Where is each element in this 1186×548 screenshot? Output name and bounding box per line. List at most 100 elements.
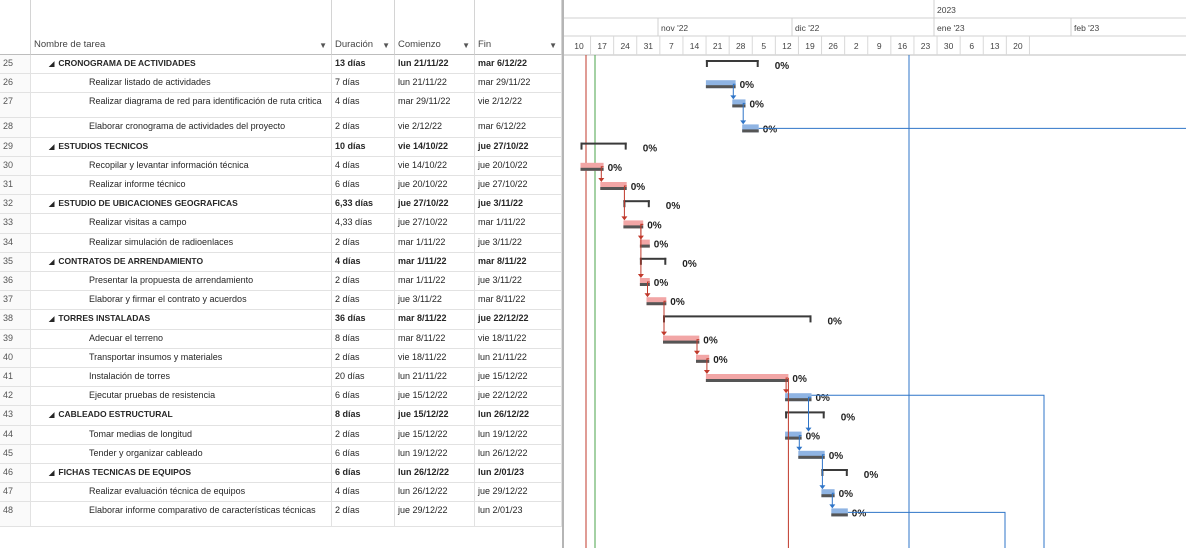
task-start[interactable]: lun 19/12/22	[395, 444, 475, 463]
task-name[interactable]: Elaborar informe comparativo de caracter…	[31, 502, 332, 527]
collapse-triangle-icon[interactable]: ◢	[49, 259, 54, 266]
task-duration[interactable]: 10 días	[332, 137, 395, 156]
task-name[interactable]: Ejecutar pruebas de resistencia	[31, 387, 332, 406]
row-id[interactable]: 31	[0, 176, 31, 195]
task-duration[interactable]: 2 días	[332, 425, 395, 444]
task-end[interactable]: jue 20/10/22	[475, 156, 562, 175]
task-duration[interactable]: 7 días	[332, 74, 395, 93]
summary-row[interactable]: 29 ◢ ESTUDIOS TECNICOS 10 días vie 14/10/22 j…	[0, 137, 562, 157]
task-duration[interactable]: 6 días	[332, 444, 395, 463]
task-end[interactable]: mar 8/11/22	[475, 291, 562, 310]
task-end[interactable]: vie 2/12/22	[475, 93, 562, 118]
collapse-triangle-icon[interactable]: ◢	[49, 316, 54, 323]
task-name[interactable]: Elaborar y firmar el contrato y acuerdos	[31, 291, 332, 310]
chevron-down-icon[interactable]: ▼	[462, 41, 470, 50]
table-row[interactable]: 40 Transportar insumos y materiales 2 días…	[0, 348, 562, 368]
summary-row[interactable]: 35 ◢ CONTRATOS DE ARRENDAMIENTO 4 días mar 1…	[0, 252, 562, 272]
table-row[interactable]: 37 Elaborar y firmar el contrato y acuerd…	[0, 291, 562, 311]
task-name[interactable]: Realizar listado de actividades	[31, 74, 332, 93]
task-name[interactable]: ◢ ESTUDIOS TECNICOS	[31, 137, 332, 156]
task-start[interactable]: mar 1/11/22	[395, 252, 475, 271]
summary-row[interactable]: 32 ◢ ESTUDIO DE UBICACIONES GEOGRAFICAS 6,3…	[0, 195, 562, 215]
task-end[interactable]: mar 1/11/22	[475, 214, 562, 233]
task-name[interactable]: Transportar insumos y materiales	[31, 348, 332, 367]
task-start[interactable]: mar 8/11/22	[395, 329, 475, 348]
task-name[interactable]: Recopilar y levantar información técnica	[31, 156, 332, 175]
task-end[interactable]: mar 6/12/22	[475, 118, 562, 137]
task-name[interactable]: Adecuar el terreno	[31, 329, 332, 348]
table-row[interactable]: 41 Instalación de torres 20 días lun 21/11/…	[0, 368, 562, 388]
row-id[interactable]: 33	[0, 214, 31, 233]
task-start[interactable]: mar 29/11/22	[395, 93, 475, 118]
table-row[interactable]: 36 Presentar la propuesta de arrendamient…	[0, 272, 562, 292]
task-start[interactable]: jue 27/10/22	[395, 195, 475, 214]
header-task-name[interactable]: Nombre de tarea ▼	[31, 0, 332, 55]
task-name[interactable]: Presentar la propuesta de arrendamiento	[31, 272, 332, 291]
task-duration[interactable]: 4 días	[332, 252, 395, 271]
task-start[interactable]: vie 14/10/22	[395, 137, 475, 156]
task-name[interactable]: Realizar visitas a campo	[31, 214, 332, 233]
summary-row[interactable]: 46 ◢ FICHAS TECNICAS DE EQUIPOS 6 días lun 2…	[0, 464, 562, 484]
row-id[interactable]: 34	[0, 233, 31, 252]
task-start[interactable]: jue 15/12/22	[395, 425, 475, 444]
row-id[interactable]: 38	[0, 310, 31, 329]
task-end[interactable]: lun 19/12/22	[475, 425, 562, 444]
task-duration[interactable]: 6,33 días	[332, 195, 395, 214]
task-name[interactable]: Elaborar cronograma de actividades del p…	[31, 118, 332, 137]
task-duration[interactable]: 6 días	[332, 176, 395, 195]
task-end[interactable]: mar 29/11/22	[475, 74, 562, 93]
task-duration[interactable]: 8 días	[332, 406, 395, 425]
table-row[interactable]: 30 Recopilar y levantar información técni…	[0, 156, 562, 176]
task-name[interactable]: Realizar informe técnico	[31, 176, 332, 195]
collapse-triangle-icon[interactable]: ◢	[49, 470, 54, 477]
task-start[interactable]: lun 26/12/22	[395, 464, 475, 483]
row-id[interactable]: 47	[0, 483, 31, 502]
table-row[interactable]: 34 Realizar simulación de radioenlaces 2 d…	[0, 233, 562, 253]
task-start[interactable]: jue 15/12/22	[395, 406, 475, 425]
row-id[interactable]: 40	[0, 348, 31, 367]
task-duration[interactable]: 2 días	[332, 272, 395, 291]
task-end[interactable]: jue 22/12/22	[475, 310, 562, 329]
task-end[interactable]: lun 21/11/22	[475, 348, 562, 367]
row-id[interactable]: 25	[0, 55, 31, 74]
task-end[interactable]: jue 3/11/22	[475, 272, 562, 291]
task-start[interactable]: jue 3/11/22	[395, 291, 475, 310]
task-start[interactable]: jue 29/12/22	[395, 502, 475, 527]
task-end[interactable]: vie 18/11/22	[475, 329, 562, 348]
summary-row[interactable]: 25 ◢ CRONOGRAMA DE ACTIVIDADES 13 días lun 2…	[0, 55, 562, 75]
row-id[interactable]: 42	[0, 387, 31, 406]
row-id[interactable]: 45	[0, 444, 31, 463]
task-duration[interactable]: 2 días	[332, 502, 395, 527]
table-row[interactable]: 27 Realizar diagrama de red para identifi…	[0, 93, 562, 119]
table-row[interactable]: 45 Tender y organizar cableado 6 días lun 1…	[0, 444, 562, 464]
task-name[interactable]: ◢ CONTRATOS DE ARRENDAMIENTO	[31, 252, 332, 271]
task-end[interactable]: lun 26/12/22	[475, 406, 562, 425]
task-start[interactable]: lun 26/12/22	[395, 483, 475, 502]
task-end[interactable]: jue 22/12/22	[475, 387, 562, 406]
summary-row[interactable]: 43 ◢ CABLEADO ESTRUCTURAL 8 días jue 15/12/2…	[0, 406, 562, 426]
task-start[interactable]: vie 18/11/22	[395, 348, 475, 367]
task-name[interactable]: Realizar evaluación técnica de equipos	[31, 483, 332, 502]
task-start[interactable]: mar 8/11/22	[395, 310, 475, 329]
task-duration[interactable]: 6 días	[332, 387, 395, 406]
task-duration[interactable]: 36 días	[332, 310, 395, 329]
task-name[interactable]: ◢ FICHAS TECNICAS DE EQUIPOS	[31, 464, 332, 483]
task-end[interactable]: mar 8/11/22	[475, 252, 562, 271]
row-id[interactable]: 35	[0, 252, 31, 271]
row-id[interactable]: 46	[0, 464, 31, 483]
table-row[interactable]: 47 Realizar evaluación técnica de equipos…	[0, 483, 562, 503]
collapse-triangle-icon[interactable]: ◢	[49, 201, 54, 208]
task-end[interactable]: lun 2/01/23	[475, 502, 562, 527]
row-id[interactable]: 28	[0, 118, 31, 137]
row-id[interactable]: 43	[0, 406, 31, 425]
task-name[interactable]: Tender y organizar cableado	[31, 444, 332, 463]
task-start[interactable]: mar 1/11/22	[395, 272, 475, 291]
row-id[interactable]: 32	[0, 195, 31, 214]
task-duration[interactable]: 6 días	[332, 464, 395, 483]
task-duration[interactable]: 4 días	[332, 93, 395, 118]
table-row[interactable]: 42 Ejecutar pruebas de resistencia 6 días j…	[0, 387, 562, 407]
chevron-down-icon[interactable]: ▼	[319, 41, 327, 50]
chevron-down-icon[interactable]: ▼	[382, 41, 390, 50]
task-name[interactable]: Tomar medias de longitud	[31, 425, 332, 444]
task-name[interactable]: ◢ CABLEADO ESTRUCTURAL	[31, 406, 332, 425]
